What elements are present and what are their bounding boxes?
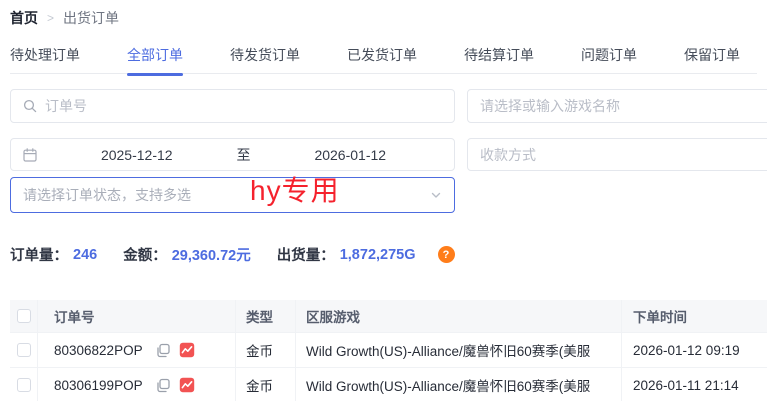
date-range-separator: 至 xyxy=(237,145,251,165)
row-checkbox[interactable] xyxy=(17,343,31,357)
breadcrumb-current: 出货订单 xyxy=(63,8,119,28)
order-no-value: 80306199POP xyxy=(54,378,143,393)
order-time-value: 2026-01-12 09:19 xyxy=(622,333,767,367)
order-time-value: 2026-01-11 21:14 xyxy=(622,368,767,401)
game-server-value: Wild Growth(US)-Alliance/魔兽怀旧60赛季(美服 xyxy=(296,368,622,401)
order-count-value: 246 xyxy=(73,247,97,263)
game-name-field[interactable] xyxy=(467,89,767,123)
price-trend-icon[interactable] xyxy=(179,377,195,393)
summary-stats: 订单量： 246 金额： 29,360.72元 出货量： 1,872,275G … xyxy=(10,244,455,265)
breadcrumb-home-link[interactable]: 首页 xyxy=(10,8,38,28)
game-name-input[interactable] xyxy=(480,98,767,114)
copy-icon[interactable] xyxy=(156,378,171,393)
order-type-value: 金币 xyxy=(236,368,296,401)
select-all-checkbox[interactable] xyxy=(17,309,31,323)
table-header-row: 订单号 类型 区服游戏 下单时间 xyxy=(10,300,767,333)
breadcrumb: 首页 > 出货订单 xyxy=(10,8,119,28)
copy-icon[interactable] xyxy=(156,343,171,358)
game-server-value: Wild Growth(US)-Alliance/魔兽怀旧60赛季(美服 xyxy=(296,333,622,367)
order-type-value: 金币 xyxy=(236,333,296,367)
calendar-icon xyxy=(23,148,37,162)
orders-table: 订单号 类型 区服游戏 下单时间 80306822POP 金币 Wild Gro… xyxy=(10,300,767,401)
shipment-label: 出货量： xyxy=(277,244,335,265)
column-header-game: 区服游戏 xyxy=(296,300,622,332)
tab-pending-orders[interactable]: 待处理订单 xyxy=(10,41,80,73)
date-range-picker[interactable]: 2025-12-12 至 2026-01-12 xyxy=(10,138,455,171)
order-status-select[interactable]: 请选择订单状态，支持多选 xyxy=(10,177,455,213)
tab-shipped-orders[interactable]: 已发货订单 xyxy=(347,41,417,73)
payment-method-field[interactable] xyxy=(467,138,767,171)
order-count-label: 订单量： xyxy=(10,244,68,265)
column-header-type: 类型 xyxy=(236,300,296,332)
order-number-field[interactable] xyxy=(10,89,455,123)
price-trend-icon[interactable] xyxy=(179,342,195,358)
column-header-order-no: 订单号 xyxy=(38,300,236,332)
table-row: 80306822POP 金币 Wild Growth(US)-Alliance/… xyxy=(10,333,767,368)
order-number-input[interactable] xyxy=(45,98,442,114)
order-tabs: 待处理订单 全部订单 待发货订单 已发货订单 待结算订单 问题订单 保留订单 xyxy=(10,41,757,74)
date-end-value[interactable]: 2026-01-12 xyxy=(259,147,443,163)
row-checkbox[interactable] xyxy=(17,378,31,392)
date-start-value[interactable]: 2025-12-12 xyxy=(45,147,229,163)
chevron-down-icon xyxy=(430,189,442,201)
breadcrumb-separator: > xyxy=(47,11,54,25)
tab-problem-orders[interactable]: 问题订单 xyxy=(581,41,637,73)
payment-method-input[interactable] xyxy=(480,147,767,163)
shipment-value: 1,872,275G xyxy=(340,247,416,263)
tab-to-settle-orders[interactable]: 待结算订单 xyxy=(464,41,534,73)
help-icon[interactable]: ? xyxy=(438,246,455,263)
table-row: 80306199POP 金币 Wild Growth(US)-Alliance/… xyxy=(10,368,767,401)
tab-to-ship-orders[interactable]: 待发货订单 xyxy=(230,41,300,73)
tab-held-orders[interactable]: 保留订单 xyxy=(684,41,740,73)
column-header-order-time: 下单时间 xyxy=(622,300,767,332)
search-icon xyxy=(23,99,37,113)
hy-annotation-text: hy专用 xyxy=(250,169,340,209)
tab-all-orders[interactable]: 全部订单 xyxy=(127,41,183,73)
amount-value: 29,360.72元 xyxy=(172,244,251,265)
order-no-value: 80306822POP xyxy=(54,343,143,358)
order-status-placeholder: 请选择订单状态，支持多选 xyxy=(23,185,422,205)
amount-label: 金额： xyxy=(123,244,167,265)
